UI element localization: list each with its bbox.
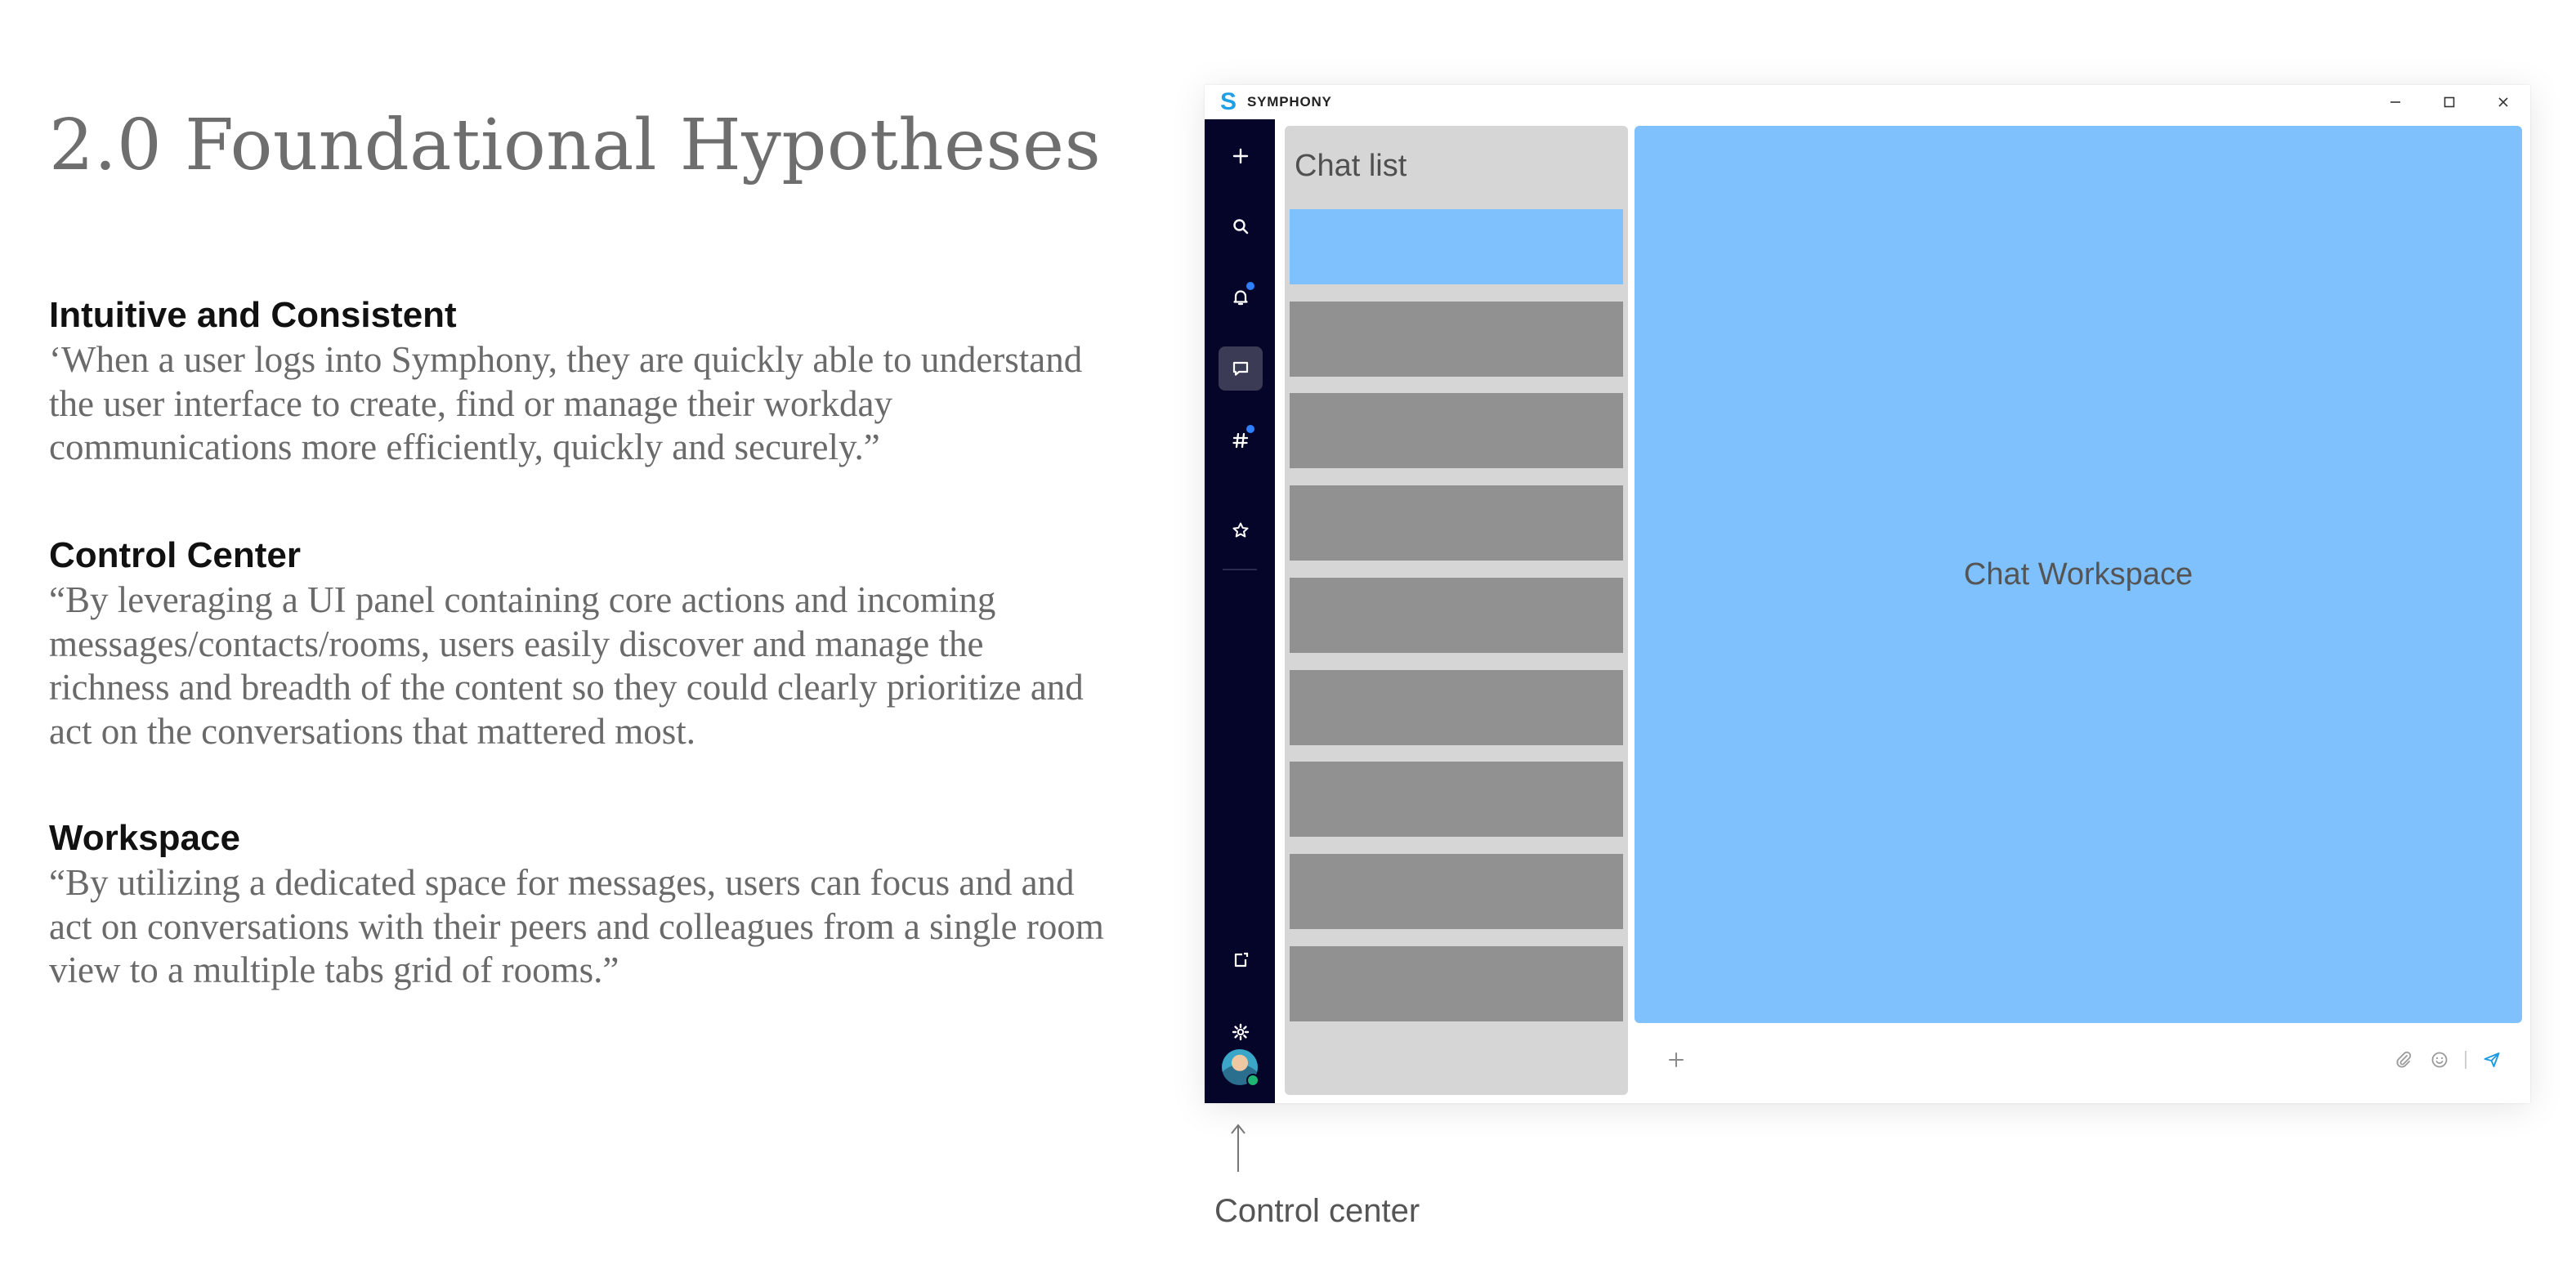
notification-dot [1246, 282, 1254, 290]
star-icon [1232, 522, 1249, 538]
section-body: “By utilizing a dedicated space for mess… [49, 862, 1104, 990]
nav-rooms-button[interactable] [1219, 418, 1263, 462]
section-heading: Control Center [49, 535, 301, 575]
maximize-icon[interactable] [2422, 85, 2476, 119]
section-heading: Workspace [49, 818, 240, 858]
section-control-center: Control Center “By leveraging a UI panel… [49, 533, 1111, 753]
app-window: S SYMPHONY Chat list Chat Workspace [1205, 85, 2530, 1103]
nav-settings-button[interactable] [1219, 1010, 1263, 1054]
nav-popout-button[interactable] [1219, 938, 1263, 982]
search-icon [1233, 219, 1249, 235]
slide-title: 2.0 Foundational Hypotheses [49, 105, 1102, 186]
nav-chats-button[interactable] [1219, 346, 1263, 391]
chat-list-item[interactable] [1290, 762, 1623, 837]
send-icon [2484, 1052, 2500, 1067]
chat-list-title: Chat list [1295, 149, 1407, 183]
chat-list-item-selected[interactable] [1290, 209, 1623, 284]
chat-icon [1232, 361, 1249, 376]
control-center-annotation: Control center [1214, 1193, 1420, 1229]
section-workspace: Workspace “By utilizing a dedicated spac… [49, 816, 1111, 993]
arrow-up-icon [1231, 1124, 1246, 1172]
plus-icon [1669, 1052, 1684, 1067]
message-composer[interactable] [1635, 1025, 2522, 1095]
emoji-icon [2431, 1052, 2448, 1068]
chat-list-panel: Chat list [1285, 126, 1628, 1095]
section-body: “By leveraging a UI panel containing cor… [49, 579, 1084, 752]
chat-list-item[interactable] [1290, 578, 1623, 653]
hashtag-icon [1232, 432, 1249, 449]
title-bar: S SYMPHONY [1205, 85, 2530, 119]
chat-list-item[interactable] [1290, 670, 1623, 745]
plus-icon [1232, 148, 1249, 164]
gear-icon [1232, 1023, 1250, 1041]
chat-list-item[interactable] [1290, 485, 1623, 561]
window-controls [2368, 85, 2530, 119]
attach-button[interactable] [2393, 1049, 2414, 1070]
avatar[interactable] [1222, 1049, 1259, 1087]
send-button[interactable] [2481, 1049, 2502, 1070]
app-name: SYMPHONY [1247, 94, 1332, 109]
emoji-button[interactable] [2429, 1049, 2450, 1070]
chat-workspace[interactable]: Chat Workspace [1635, 126, 2522, 1023]
control-center-nav [1205, 119, 1275, 1103]
chat-list-item[interactable] [1290, 393, 1623, 468]
section-heading: Intuitive and Consistent [49, 295, 457, 335]
close-icon[interactable] [2476, 85, 2530, 119]
new-window-icon [1234, 952, 1249, 967]
nav-notifications-button[interactable] [1219, 275, 1263, 320]
nav-favorites-button[interactable] [1219, 508, 1263, 552]
composer-toolbar [2393, 1046, 2502, 1074]
notification-dot [1246, 425, 1254, 433]
composer-add-button[interactable] [1664, 1048, 1688, 1072]
section-intuitive-consistent: Intuitive and Consistent ‘When a user lo… [49, 293, 1111, 470]
toolbar-divider [2465, 1051, 2466, 1069]
bell-icon [1233, 290, 1248, 306]
minimize-icon[interactable] [2368, 85, 2422, 119]
nav-divider [1223, 569, 1257, 570]
chat-list-item[interactable] [1290, 302, 1623, 377]
chat-list-item[interactable] [1290, 946, 1623, 1021]
nav-create-button[interactable] [1219, 134, 1263, 178]
online-status-badge [1246, 1074, 1259, 1087]
workspace-label: Chat Workspace [1963, 556, 2194, 592]
attachment-icon [2396, 1051, 2412, 1068]
chat-list-item[interactable] [1290, 854, 1623, 929]
section-body: ‘When a user logs into Symphony, they ar… [49, 339, 1083, 467]
symphony-logo-icon: S [1219, 88, 1237, 115]
nav-search-button[interactable] [1219, 204, 1263, 248]
